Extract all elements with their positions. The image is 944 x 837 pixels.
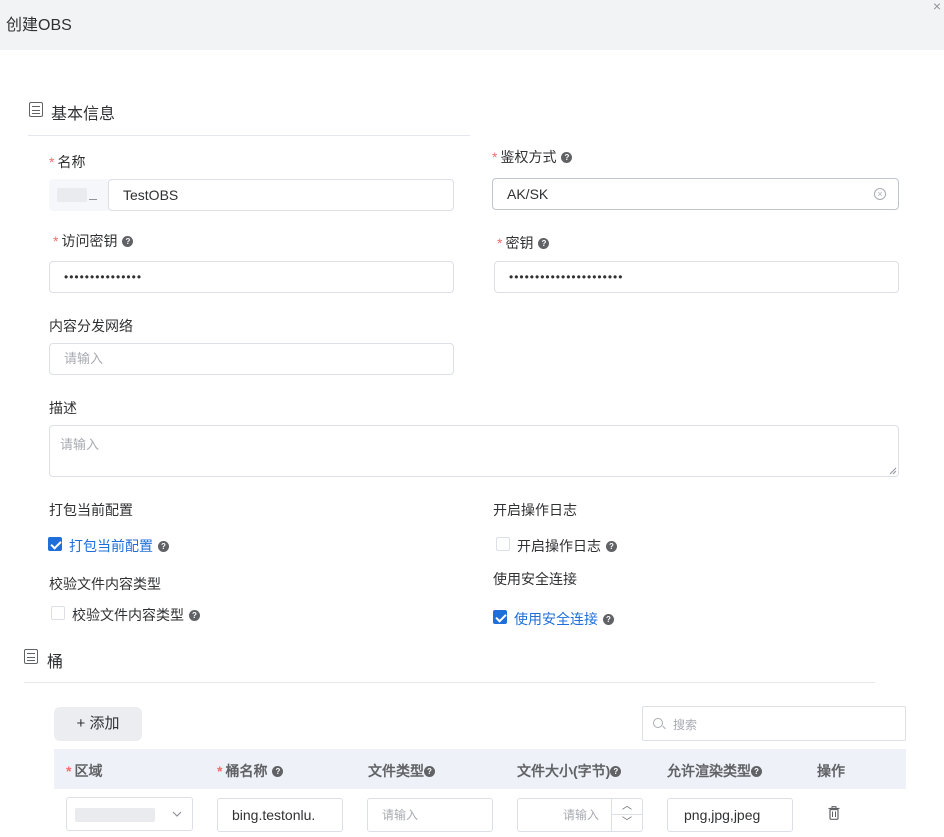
pack-label: 打包当前配置: [49, 502, 133, 518]
column-actions: 操作: [817, 763, 845, 779]
pack-checkbox[interactable]: [48, 537, 62, 551]
file-type-input[interactable]: 请输入: [367, 798, 493, 832]
trash-icon[interactable]: [828, 806, 840, 820]
description-textarea[interactable]: 请输入: [49, 425, 899, 477]
name-prefix: [49, 179, 109, 211]
increase-icon[interactable]: ︿: [612, 799, 642, 815]
access-key-input[interactable]: •••••••••••••••: [49, 261, 454, 293]
secure-label: 使用安全连接: [493, 571, 577, 587]
file-size-input[interactable]: 请输入: [517, 798, 612, 832]
question-circle-icon: ?: [158, 540, 169, 552]
auth-select[interactable]: AK/SK: [492, 178, 899, 210]
question-circle-icon: ?: [272, 765, 284, 777]
secret-key-label: * 密钥?: [497, 233, 550, 253]
column-region: * 区域: [66, 763, 103, 779]
name-input[interactable]: TestOBS: [108, 179, 454, 211]
pack-checkbox-label[interactable]: 打包当前配置?: [69, 536, 169, 556]
description-placeholder: 请输入: [60, 437, 100, 452]
question-circle-icon: ?: [424, 765, 435, 777]
search-placeholder: 搜索: [673, 718, 698, 732]
log-checkbox-label[interactable]: 开启操作日志?: [517, 536, 617, 556]
name-label: * 名称: [49, 154, 86, 170]
section-title-basic: 基本信息: [51, 106, 116, 123]
render-types-input[interactable]: png,jpg,jpeg: [667, 798, 793, 832]
decrease-icon[interactable]: ﹀: [612, 815, 642, 831]
description-label: 描述: [49, 400, 77, 416]
search-icon: [653, 718, 663, 728]
auth-label: * 鉴权方式?: [492, 147, 573, 167]
circle-close-icon[interactable]: ×: [874, 188, 886, 200]
question-circle-icon: ?: [603, 613, 614, 625]
verify-checkbox[interactable]: [51, 606, 65, 620]
verify-checkbox-label[interactable]: 校验文件内容类型?: [72, 605, 200, 625]
column-bucket-name: * 桶名称?: [217, 761, 284, 781]
table-header: * 区域 * 桶名称? 文件类型? 文件大小(字节)? 允许渲染类型? 操作: [54, 749, 906, 789]
resize-handle-icon[interactable]: [889, 467, 897, 475]
question-circle-icon: ?: [538, 237, 550, 249]
add-button[interactable]: + 添加: [54, 707, 142, 741]
section-title-bucket: 桶: [47, 654, 64, 671]
close-icon[interactable]: ×: [930, 0, 944, 14]
column-file-size: 文件大小(字节)?: [517, 761, 622, 781]
column-render-types: 允许渲染类型?: [667, 761, 762, 781]
question-circle-icon: ?: [122, 235, 134, 247]
dialog-header: 创建OBS ×: [0, 0, 944, 50]
log-checkbox[interactable]: [496, 537, 510, 551]
secret-key-input[interactable]: ••••••••••••••••••••••: [494, 261, 899, 293]
dialog-title: 创建OBS: [6, 17, 72, 34]
cdn-input[interactable]: 请输入: [49, 343, 454, 375]
cdn-label: 内容分发网络: [49, 318, 133, 334]
search-input[interactable]: 搜索: [642, 706, 906, 741]
list-icon: [24, 649, 38, 664]
access-key-label: * 访问密钥?: [53, 231, 134, 251]
region-select[interactable]: [66, 797, 193, 831]
question-circle-icon: ?: [610, 765, 622, 777]
column-file-type: 文件类型?: [368, 761, 435, 781]
verify-label: 校验文件内容类型: [49, 576, 161, 592]
section-divider: [28, 135, 470, 136]
secure-checkbox[interactable]: [493, 610, 507, 624]
auth-select-value: AK/SK: [507, 186, 549, 202]
list-icon: [29, 102, 43, 117]
section-divider: [24, 682, 875, 683]
question-circle-icon: ?: [606, 540, 617, 552]
chevron-down-icon: [172, 811, 182, 817]
bucket-name-input[interactable]: bing.testonlu.: [217, 798, 343, 832]
log-label: 开启操作日志: [493, 502, 577, 518]
question-circle-icon: ?: [751, 765, 762, 777]
file-size-stepper[interactable]: ︿ ﹀: [611, 798, 643, 832]
question-circle-icon: ?: [561, 151, 573, 163]
question-circle-icon: ?: [189, 609, 200, 621]
secure-checkbox-label[interactable]: 使用安全连接?: [514, 609, 614, 629]
